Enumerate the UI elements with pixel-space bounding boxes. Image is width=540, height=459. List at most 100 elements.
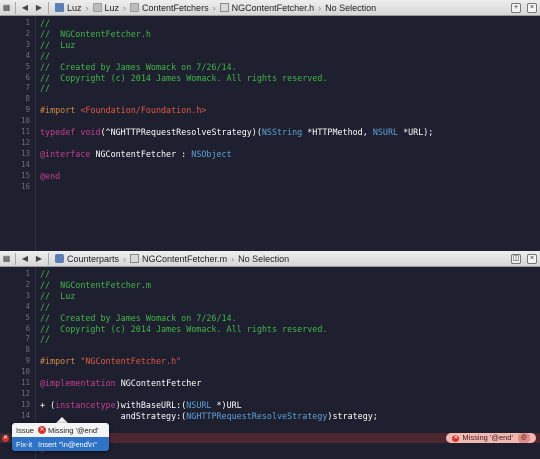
line-number: 5 <box>25 61 30 71</box>
code-text: typedef void(^NGHTTPRequestResolveStrate… <box>40 127 433 138</box>
code-line[interactable]: 8 <box>0 94 540 105</box>
code-line[interactable]: 9 #import <Foundation/Foundation.h> <box>0 105 540 116</box>
code-text: // <box>40 18 50 29</box>
breadcrumb-item[interactable]: Luz <box>55 3 82 13</box>
code-line[interactable]: 2 // NGContentFetcher.m <box>0 280 540 291</box>
line-number: 10 <box>20 367 30 377</box>
breadcrumb-label: NGContentFetcher.m <box>142 253 228 264</box>
back-arrow-icon[interactable]: ◀ <box>18 251 32 267</box>
code-line[interactable]: 7 // <box>0 83 540 94</box>
add-editor-icon[interactable]: + <box>511 2 521 13</box>
error-badge[interactable]: ✕ Missing '@end' @ <box>446 433 536 443</box>
code-token: // Created by James Womack on 7/26/14. <box>40 312 237 323</box>
line-number: 6 <box>25 323 30 333</box>
breadcrumb-label: Luz <box>104 2 120 13</box>
error-badge-label: Missing '@end' <box>462 433 513 442</box>
code-token: NSString <box>261 127 303 137</box>
breadcrumb-chevron-icon: › <box>123 253 127 264</box>
code-text: // Copyright (c) 2014 James Womack. All … <box>40 73 327 84</box>
code-line[interactable]: 13 + (instancetype)withBaseURL:(NSURL *)U… <box>0 400 540 411</box>
breadcrumb-chevron-icon: › <box>212 2 216 13</box>
breadcrumb-label: Counterparts <box>67 253 120 264</box>
line-number: 1 <box>25 18 30 27</box>
code-text: andStrategy:(NGHTTPRequestResolveStrateg… <box>40 411 378 422</box>
code-token: #import <box>40 356 81 367</box>
code-text: @implementation NGContentFetcher <box>40 378 201 389</box>
code-token: // NGContentFetcher.m <box>40 279 151 290</box>
code-line[interactable]: 14 <box>0 160 540 171</box>
code-line[interactable]: 11 typedef void(^NGHTTPRequestResolveStra… <box>0 127 540 138</box>
split-editor-icon[interactable]: ◫ <box>511 253 521 264</box>
code-line[interactable]: 14 andStrategy:(NGHTTPRequestResolveStra… <box>0 411 540 422</box>
back-arrow-icon[interactable]: ◀ <box>18 0 32 16</box>
code-text: // Created by James Womack on 7/26/14. <box>40 62 237 73</box>
fixit-popover[interactable]: Issue ✕ Missing '@end' Fix-it Insert "\n… <box>12 423 109 451</box>
code-token: // <box>40 18 51 28</box>
line-number: 10 <box>20 116 30 126</box>
line-number: 14 <box>20 410 30 420</box>
breadcrumb-item[interactable]: Luz <box>92 2 120 13</box>
breadcrumb-chevron-icon: › <box>85 2 89 13</box>
breadcrumb-item[interactable]: No Selection <box>238 254 289 264</box>
code-text: // NGContentFetcher.h <box>40 29 151 40</box>
forward-arrow-icon[interactable]: ▶ <box>32 251 46 267</box>
code-line[interactable]: 5 // Created by James Womack on 7/26/14. <box>0 313 540 324</box>
code-text: #import <Foundation/Foundation.h> <box>40 105 206 116</box>
code-line[interactable]: 15 @end <box>0 171 540 182</box>
line-number: 13 <box>20 148 30 158</box>
code-line[interactable]: 6 // Copyright (c) 2014 James Womack. All… <box>0 324 540 335</box>
breadcrumb-item[interactable]: NGContentFetcher.m <box>130 254 227 264</box>
breadcrumb-item[interactable]: No Selection <box>325 3 376 13</box>
close-editor-icon[interactable]: × <box>527 2 537 13</box>
divider <box>48 252 49 265</box>
forward-arrow-icon[interactable]: ▶ <box>32 0 46 16</box>
fixit-issue-text: Missing '@end' <box>48 425 99 435</box>
code-token: *HTTPMethod, <box>302 127 373 137</box>
code-token: instancetype <box>55 399 116 410</box>
code-line[interactable]: 8 <box>0 345 540 356</box>
code-line[interactable]: 9 #import "NGContentFetcher.h" <box>0 356 540 367</box>
breadcrumb-chevron-icon: › <box>231 253 235 264</box>
related-items-icon[interactable]: ▦ <box>0 251 13 267</box>
breadcrumb-item[interactable]: NGContentFetcher.h <box>219 3 314 13</box>
code-line[interactable]: 1 // <box>0 18 540 29</box>
code-token: NSObject <box>191 148 232 159</box>
code-line[interactable]: 4 // <box>0 302 540 313</box>
code-line[interactable]: 7 // <box>0 334 540 345</box>
code-line[interactable]: 10 <box>0 116 540 127</box>
error-icon: ✕ <box>452 434 460 442</box>
related-items-icon[interactable]: ▦ <box>0 0 13 16</box>
top-code-editor[interactable]: 1 // 2 // NGContentFetcher.h 3 // Luz 4 // 5 // C… <box>0 16 540 252</box>
fixit-suggestion-row[interactable]: Fix-it Insert "\n@end\n" <box>12 437 109 451</box>
close-editor-icon[interactable]: × <box>527 253 537 264</box>
code-token: "NGContentFetcher.h" <box>80 356 182 367</box>
breadcrumb-item[interactable]: Counterparts <box>55 254 119 264</box>
code-line[interactable]: 11 @implementation NGContentFetcher <box>0 378 540 389</box>
code-token: *URL); <box>398 127 434 137</box>
implementation-file-icon <box>130 254 140 263</box>
code-line[interactable]: 13 @interface NGContentFetcher : NSObject <box>0 149 540 160</box>
code-line[interactable]: 1 // <box>0 269 540 280</box>
code-line[interactable]: 3 // Luz <box>0 40 540 51</box>
breadcrumb-item[interactable]: ContentFetchers <box>130 3 209 13</box>
bottom-jump-bar: ▦ ◀ ▶ Counterparts › NGContentFetcher.m › No… <box>0 251 540 267</box>
code-line[interactable]: 12 <box>0 138 540 149</box>
line-number: 2 <box>25 28 30 38</box>
code-line[interactable]: 2 // NGContentFetcher.h <box>0 29 540 40</box>
code-token: // <box>40 83 51 94</box>
code-line[interactable]: 12 <box>0 389 540 400</box>
code-token: *)URL <box>211 399 242 410</box>
code-token: )strategy; <box>327 410 378 421</box>
breadcrumb: Counterparts › NGContentFetcher.m › No Selec… <box>55 254 289 264</box>
code-line[interactable]: 10 <box>0 367 540 378</box>
code-line[interactable]: 16 <box>0 182 540 193</box>
code-token: NGContentFetcher : <box>95 148 192 159</box>
breadcrumb-label: No Selection <box>238 253 290 264</box>
code-line[interactable]: 6 // Copyright (c) 2014 James Womack. All… <box>0 73 540 84</box>
code-line[interactable]: 4 // <box>0 51 540 62</box>
line-number: 4 <box>25 301 30 311</box>
code-token: @implementation <box>40 378 121 388</box>
code-line[interactable]: 5 // Created by James Womack on 7/26/14. <box>0 62 540 73</box>
fixit-suggestion-text[interactable]: Insert "\n@end\n" <box>38 440 97 449</box>
code-line[interactable]: 3 // Luz <box>0 291 540 302</box>
